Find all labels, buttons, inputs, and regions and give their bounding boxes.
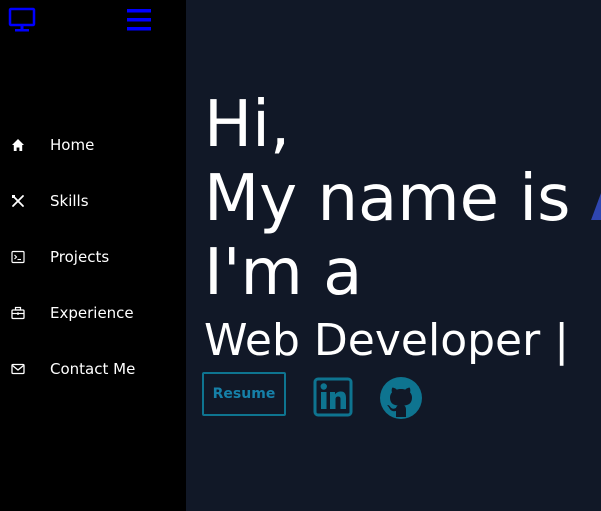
name-line: My name is A: [204, 162, 601, 236]
terminal-icon: [10, 249, 26, 265]
greeting-line: Hi,: [204, 88, 291, 162]
role-intro-line: I'm a: [204, 236, 363, 310]
hero-heading: Hi, My name is A I'm a: [204, 88, 601, 310]
sidebar-nav: Home Skills Projects Experience Contact …: [0, 117, 186, 397]
name-prefix: My name is: [204, 162, 591, 236]
sidebar-item-projects[interactable]: Projects: [0, 229, 186, 285]
hamburger-menu-icon[interactable]: [125, 6, 153, 34]
hero-section: Hi, My name is A I'm a Web Developer | R…: [186, 0, 601, 511]
github-icon[interactable]: [379, 376, 423, 420]
sidebar-item-contact[interactable]: Contact Me: [0, 341, 186, 397]
sidebar: Home Skills Projects Experience Contact …: [0, 0, 186, 511]
resume-button[interactable]: Resume: [202, 372, 286, 416]
sidebar-item-label: Skills: [50, 192, 89, 210]
home-icon: [10, 137, 26, 153]
briefcase-icon: [10, 305, 26, 321]
tools-icon: [10, 193, 26, 209]
sidebar-item-skills[interactable]: Skills: [0, 173, 186, 229]
linkedin-icon[interactable]: [313, 377, 353, 417]
sidebar-item-label: Contact Me: [50, 360, 136, 378]
mail-icon: [10, 361, 26, 377]
sidebar-item-label: Experience: [50, 304, 134, 322]
name-text: A: [591, 162, 601, 236]
sidebar-item-label: Home: [50, 136, 95, 154]
sidebar-item-experience[interactable]: Experience: [0, 285, 186, 341]
monitor-icon[interactable]: [8, 6, 36, 34]
typed-role-text: Web Developer |: [204, 315, 570, 366]
sidebar-item-label: Projects: [50, 248, 110, 266]
sidebar-item-home[interactable]: Home: [0, 117, 186, 173]
